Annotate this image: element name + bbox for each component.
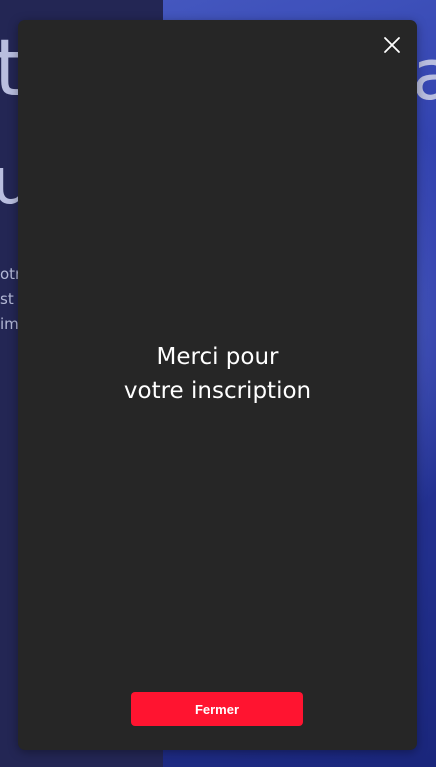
confirmation-modal: Merci pour votre inscription Fermer bbox=[18, 20, 417, 750]
fermer-button[interactable]: Fermer bbox=[131, 692, 303, 726]
confirmation-message: Merci pour votre inscription bbox=[18, 340, 417, 408]
close-icon bbox=[384, 37, 400, 53]
close-button[interactable] bbox=[383, 36, 401, 54]
message-line-1: Merci pour bbox=[156, 344, 279, 370]
page: t u a otr st c im Merci pour votre inscr… bbox=[0, 0, 436, 767]
message-line-2: votre inscription bbox=[123, 378, 312, 404]
